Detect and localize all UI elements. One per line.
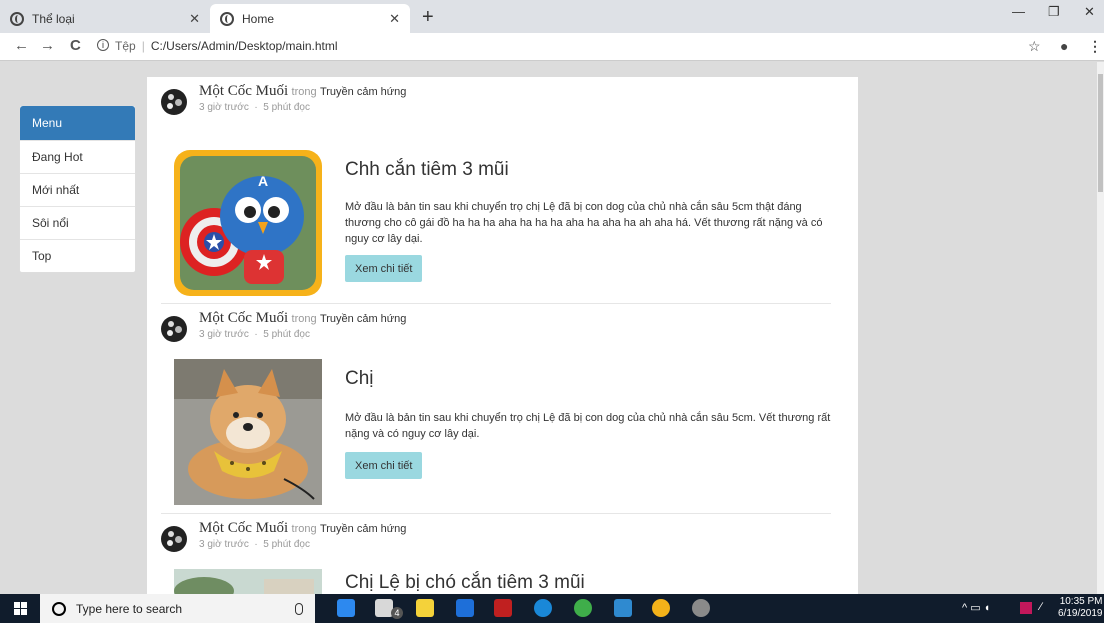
author-name[interactable]: Một Cốc Muối: [199, 520, 288, 536]
windows-start-icon[interactable]: [14, 602, 27, 615]
view-detail-button[interactable]: Xem chi tiết: [345, 255, 423, 282]
post-thumbnail[interactable]: [174, 359, 322, 505]
post-time: 3 giờ trước: [199, 329, 249, 340]
post-image: [174, 569, 322, 594]
tab-the-loai[interactable]: Thể loại ✕: [0, 4, 210, 33]
captain-bird-image: A: [180, 156, 316, 290]
taskbar-clock[interactable]: 10:35 PM 6/19/2019: [1058, 596, 1103, 620]
sidebar-menu: Menu Đang Hot Mới nhất Sôi nổi Top: [19, 105, 136, 273]
post-title[interactable]: Chị: [345, 368, 374, 390]
mail-badge: 4: [391, 607, 403, 619]
minimize-icon[interactable]: —: [1012, 4, 1025, 19]
svg-text:A: A: [258, 173, 268, 189]
back-icon[interactable]: ←: [14, 37, 29, 54]
post-subinfo: 3 giờ trước · 5 phút đọc: [199, 329, 310, 340]
post-card: Một Cốc Muối trong Truyền cảm hứng 3 giờ…: [161, 310, 831, 520]
reload-icon[interactable]: C: [70, 37, 81, 54]
in-label: trong: [291, 86, 317, 98]
page-viewport: Menu Đang Hot Mới nhất Sôi nổi Top Một C…: [0, 62, 1097, 594]
microphone-icon[interactable]: [295, 602, 303, 615]
restore-icon[interactable]: ❐: [1048, 4, 1060, 20]
close-icon[interactable]: ✕: [189, 11, 200, 27]
address-bar: ← → C i Tệp | C:/Users/Admin/Desktop/mai…: [0, 33, 1104, 61]
tab-label: Thể loại: [32, 11, 75, 26]
author-name[interactable]: Một Cốc Muối: [199, 83, 288, 99]
app-icon[interactable]: [574, 599, 592, 617]
store-icon[interactable]: [416, 599, 434, 617]
task-view-icon[interactable]: [337, 599, 355, 617]
post-excerpt: Mở đầu là bản tin sau khi chuyển trọ chị…: [345, 412, 831, 440]
url-separator: |: [141, 39, 145, 53]
post-list-panel: Một Cốc Muối trong Truyền cảm hứng 3 giờ…: [147, 77, 858, 594]
app-icon[interactable]: [494, 599, 512, 617]
divider: [161, 303, 831, 304]
cortana-icon: [52, 601, 66, 616]
post-time: 3 giờ trước: [199, 539, 249, 550]
category-link[interactable]: Truyền cảm hứng: [320, 523, 406, 535]
in-label: trong: [291, 523, 317, 535]
avatar[interactable]: [161, 316, 187, 342]
menu-item-dang-hot[interactable]: Đang Hot: [20, 140, 135, 173]
menu-item-soi-noi[interactable]: Sôi nổi: [20, 206, 135, 239]
scrollbar-thumb[interactable]: [1098, 74, 1103, 192]
close-icon[interactable]: ✕: [389, 11, 400, 27]
post-excerpt: Mở đầu là bản tin sau khi chuyển trọ chị…: [345, 201, 823, 245]
new-tab-button[interactable]: +: [422, 6, 434, 29]
browser-tabstrip: Thể loại ✕ Home ✕ + — ❐ ✕: [0, 0, 1104, 33]
post-title[interactable]: Chị Lệ bị chó cắn tiêm 3 mũi: [345, 572, 585, 594]
globe-icon: [10, 11, 24, 26]
info-icon[interactable]: i: [97, 39, 109, 51]
post-subinfo: 3 giờ trước · 5 phút đọc: [199, 539, 310, 550]
read-time: 5 phút đọc: [263, 539, 310, 550]
tab-home[interactable]: Home ✕: [210, 4, 410, 33]
view-detail-button[interactable]: Xem chi tiết: [345, 452, 423, 479]
post-title[interactable]: Chh cắn tiêm 3 mũi: [345, 159, 509, 181]
post-thumbnail[interactable]: [174, 569, 322, 594]
windows-taskbar: Type here to search 4 ^ ▭ ◖ ∕ 10:35 PM 6…: [0, 594, 1104, 623]
url-text[interactable]: C:/Users/Admin/Desktop/main.html: [151, 39, 338, 53]
avatar[interactable]: [161, 526, 187, 552]
media-icon[interactable]: [456, 599, 474, 617]
forward-icon[interactable]: →: [40, 37, 55, 54]
url-field[interactable]: i Tệp | C:/Users/Admin/Desktop/main.html: [97, 39, 338, 53]
category-link[interactable]: Truyền cảm hứng: [320, 313, 406, 325]
menu-item-top[interactable]: Top: [20, 239, 135, 272]
post-time: 3 giờ trước: [199, 102, 249, 113]
post-card: Một Cốc Muối trong Truyền cảm hứng 3 giờ…: [161, 520, 831, 594]
page-scrollbar[interactable]: [1097, 62, 1104, 594]
avatar[interactable]: [161, 89, 187, 115]
paint-icon[interactable]: [692, 599, 710, 617]
url-scheme-label: Tệp: [115, 39, 136, 53]
menu-header[interactable]: Menu: [20, 106, 135, 140]
edge-browser-icon[interactable]: [534, 599, 552, 617]
globe-icon: [220, 11, 234, 26]
app-tray-icon[interactable]: [1020, 602, 1032, 614]
read-time: 5 phút đọc: [263, 329, 310, 340]
network-icon[interactable]: ∕: [1040, 601, 1042, 613]
in-label: trong: [291, 313, 317, 325]
post-card: Một Cốc Muối trong Truyền cảm hứng 3 giờ…: [161, 83, 831, 304]
author-name[interactable]: Một Cốc Muối: [199, 310, 288, 326]
clock-time: 10:35 PM: [1059, 596, 1103, 607]
divider: [161, 513, 831, 514]
profile-icon[interactable]: ●: [1060, 38, 1068, 54]
bookmark-star-icon[interactable]: ☆: [1028, 38, 1041, 55]
shiba-dog-image: [174, 359, 322, 505]
category-link[interactable]: Truyền cảm hứng: [320, 86, 406, 98]
tab-label: Home: [242, 11, 275, 26]
taskbar-search[interactable]: Type here to search: [40, 594, 315, 623]
window-close-icon[interactable]: ✕: [1084, 4, 1095, 20]
system-tray-icons[interactable]: ^ ▭ ◖: [962, 601, 990, 614]
post-subinfo: 3 giờ trước · 5 phút đọc: [199, 102, 310, 113]
post-thumbnail[interactable]: A: [174, 150, 322, 296]
vscode-icon[interactable]: [614, 599, 632, 617]
chrome-icon[interactable]: [652, 599, 670, 617]
read-time: 5 phút đọc: [263, 102, 310, 113]
more-menu-icon[interactable]: ⋮: [1088, 38, 1102, 55]
clock-date: 6/19/2019: [1058, 608, 1103, 619]
menu-item-moi-nhat[interactable]: Mới nhất: [20, 173, 135, 206]
taskbar-search-input[interactable]: Type here to search: [76, 602, 295, 616]
